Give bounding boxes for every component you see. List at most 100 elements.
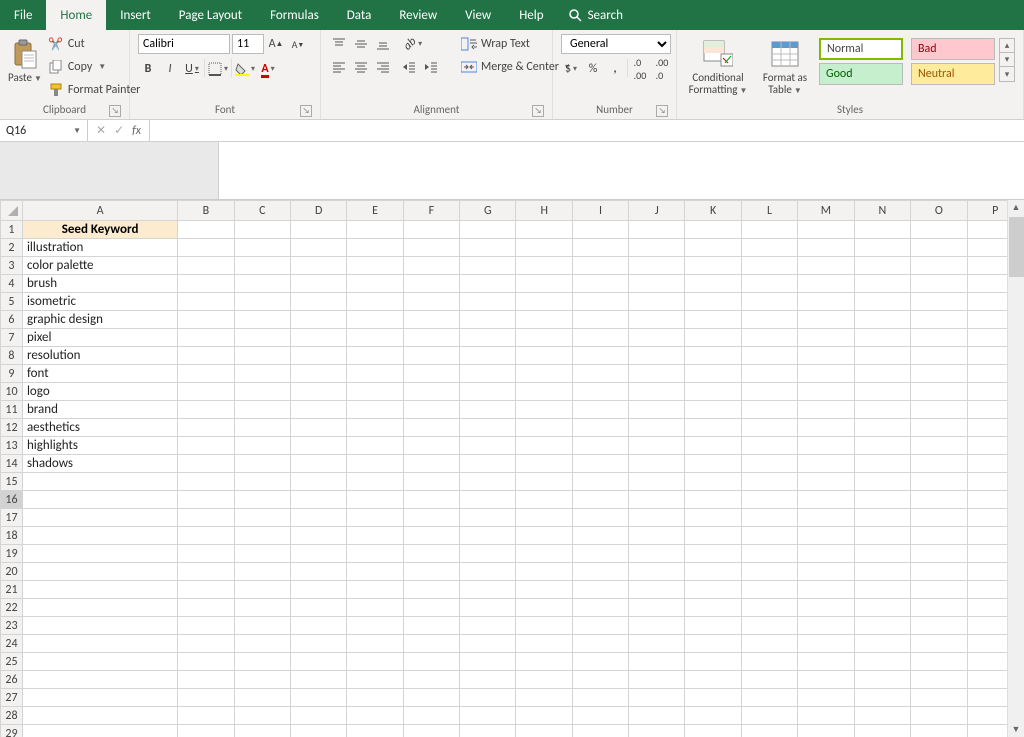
cell-H2[interactable] (516, 239, 572, 257)
cell-M21[interactable] (798, 581, 855, 599)
comma-format-button[interactable]: , (605, 59, 625, 79)
row-header-18[interactable]: 18 (1, 527, 23, 545)
cell-N1[interactable] (854, 221, 910, 239)
cell-O7[interactable] (911, 329, 967, 347)
cell-K11[interactable] (685, 401, 741, 419)
cell-H24[interactable] (516, 635, 572, 653)
cell-N8[interactable] (854, 347, 910, 365)
row-header-25[interactable]: 25 (1, 653, 23, 671)
cell-N10[interactable] (854, 383, 910, 401)
cell-N6[interactable] (854, 311, 910, 329)
cell-K18[interactable] (685, 527, 741, 545)
cell-N25[interactable] (854, 653, 910, 671)
cell-I24[interactable] (572, 635, 628, 653)
cell-N9[interactable] (854, 365, 910, 383)
accounting-format-button[interactable]: $▾ (561, 59, 581, 79)
cell-J1[interactable] (629, 221, 685, 239)
cell-F23[interactable] (403, 617, 459, 635)
cell-J21[interactable] (629, 581, 685, 599)
clipboard-launcher[interactable]: ↘ (109, 105, 121, 117)
cell-H26[interactable] (516, 671, 572, 689)
cell-M17[interactable] (798, 509, 855, 527)
cell-H5[interactable] (516, 293, 572, 311)
align-top-button[interactable] (329, 34, 349, 54)
row-header-3[interactable]: 3 (1, 257, 23, 275)
cell-N14[interactable] (854, 455, 910, 473)
cell-M14[interactable] (798, 455, 855, 473)
cell-N29[interactable] (854, 725, 910, 737)
cell-F10[interactable] (403, 383, 459, 401)
cell-L26[interactable] (741, 671, 797, 689)
cell-B4[interactable] (178, 275, 234, 293)
cell-L19[interactable] (741, 545, 797, 563)
cell-O27[interactable] (911, 689, 967, 707)
cell-O2[interactable] (911, 239, 967, 257)
number-format-select[interactable]: General (561, 34, 671, 54)
cell-A19[interactable] (22, 545, 177, 563)
cell-O20[interactable] (911, 563, 967, 581)
row-header-26[interactable]: 26 (1, 671, 23, 689)
cell-F2[interactable] (403, 239, 459, 257)
cell-C7[interactable] (234, 329, 290, 347)
cell-D4[interactable] (290, 275, 346, 293)
cell-G23[interactable] (460, 617, 516, 635)
cell-G28[interactable] (460, 707, 516, 725)
tab-page-layout[interactable]: Page Layout (165, 0, 256, 30)
cell-E28[interactable] (347, 707, 403, 725)
cell-O24[interactable] (911, 635, 967, 653)
cell-E25[interactable] (347, 653, 403, 671)
cell-A14[interactable]: shadows (22, 455, 177, 473)
cell-C14[interactable] (234, 455, 290, 473)
cell-H16[interactable] (516, 491, 572, 509)
cell-B27[interactable] (178, 689, 234, 707)
cell-B9[interactable] (178, 365, 234, 383)
cell-M25[interactable] (798, 653, 855, 671)
cell-K10[interactable] (685, 383, 741, 401)
percent-format-button[interactable]: % (583, 59, 603, 79)
cell-D27[interactable] (290, 689, 346, 707)
cell-D7[interactable] (290, 329, 346, 347)
cell-L27[interactable] (741, 689, 797, 707)
cell-L1[interactable] (741, 221, 797, 239)
cell-C26[interactable] (234, 671, 290, 689)
cell-C2[interactable] (234, 239, 290, 257)
cell-L21[interactable] (741, 581, 797, 599)
cell-J20[interactable] (629, 563, 685, 581)
cell-N13[interactable] (854, 437, 910, 455)
cell-E27[interactable] (347, 689, 403, 707)
cell-M5[interactable] (798, 293, 855, 311)
row-header-12[interactable]: 12 (1, 419, 23, 437)
cell-M23[interactable] (798, 617, 855, 635)
cell-K12[interactable] (685, 419, 741, 437)
cell-N23[interactable] (854, 617, 910, 635)
cell-I23[interactable] (572, 617, 628, 635)
cell-G9[interactable] (460, 365, 516, 383)
cell-D29[interactable] (290, 725, 346, 737)
col-header-N[interactable]: N (854, 201, 910, 221)
styles-scroll-down[interactable]: ▾ (1000, 53, 1014, 67)
cell-O6[interactable] (911, 311, 967, 329)
cell-J15[interactable] (629, 473, 685, 491)
cell-H29[interactable] (516, 725, 572, 737)
cell-N3[interactable] (854, 257, 910, 275)
cell-B7[interactable] (178, 329, 234, 347)
cell-K5[interactable] (685, 293, 741, 311)
cell-K22[interactable] (685, 599, 741, 617)
cell-E15[interactable] (347, 473, 403, 491)
cell-E9[interactable] (347, 365, 403, 383)
cell-D21[interactable] (290, 581, 346, 599)
cell-D15[interactable] (290, 473, 346, 491)
cell-K15[interactable] (685, 473, 741, 491)
cell-I20[interactable] (572, 563, 628, 581)
tab-review[interactable]: Review (385, 0, 451, 30)
cell-O29[interactable] (911, 725, 967, 737)
cell-G21[interactable] (460, 581, 516, 599)
cell-G8[interactable] (460, 347, 516, 365)
font-size-input[interactable] (232, 34, 264, 54)
cell-E2[interactable] (347, 239, 403, 257)
select-all-corner[interactable] (1, 201, 23, 221)
styles-scroll-up[interactable]: ▴ (1000, 39, 1014, 53)
cell-F18[interactable] (403, 527, 459, 545)
cell-E3[interactable] (347, 257, 403, 275)
cell-K25[interactable] (685, 653, 741, 671)
